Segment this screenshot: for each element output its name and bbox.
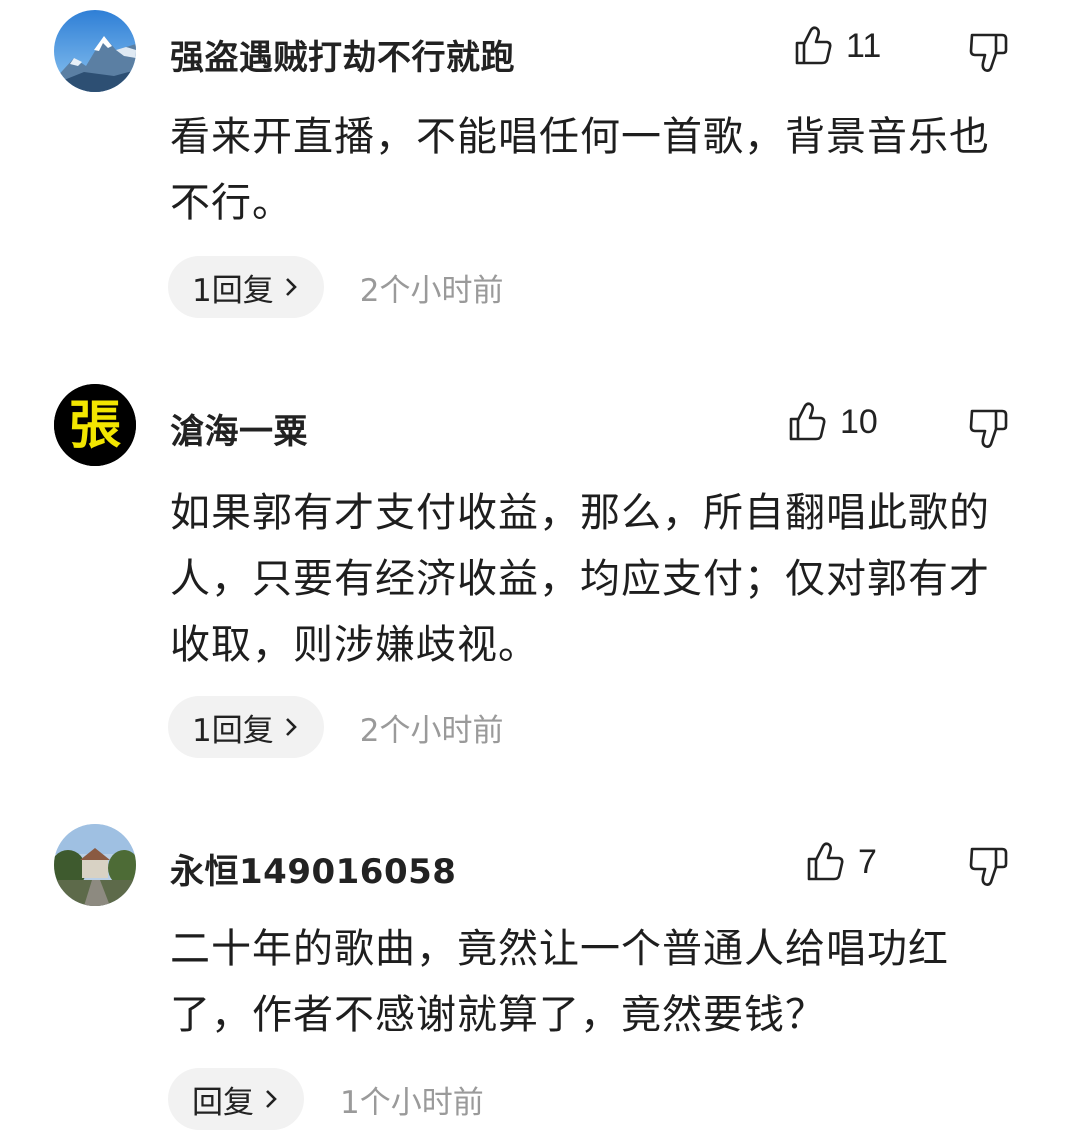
dislike-button[interactable]: [966, 844, 1012, 890]
reply-label: 1回复: [192, 272, 274, 309]
zhang-character-avatar-image: 張: [54, 384, 136, 466]
reply-label: 回复: [192, 1084, 254, 1121]
thumbs-up-icon: [795, 26, 832, 65]
reply-button[interactable]: 1回复: [168, 696, 324, 758]
avatar[interactable]: 張: [54, 384, 136, 466]
comment-meta: 回复 1个小时前: [168, 1068, 484, 1130]
timestamp: 1个小时前: [340, 1084, 484, 1121]
dislike-button[interactable]: [966, 406, 1012, 452]
comment-text-line: 看来开直播，不能唱任何一首歌，背景音乐也: [170, 114, 990, 160]
reply-label: 1回复: [192, 712, 274, 749]
timestamp: 2个小时前: [359, 712, 504, 749]
comment-text: 二十年的歌曲，竟然让一个普通人给唱功红 了，作者不感谢就算了，竟然要钱？: [170, 916, 1020, 1048]
landscape-avatar-image: [54, 824, 136, 906]
chevron-right-icon: [285, 278, 297, 296]
comment-text-line: 二十年的歌曲，竟然让一个普通人给唱功红: [170, 926, 949, 972]
username[interactable]: 滄海一粟: [170, 404, 308, 453]
comment-meta: 1回复 2个小时前: [168, 696, 503, 758]
reply-button[interactable]: 回复: [168, 1068, 304, 1130]
avatar[interactable]: [54, 824, 136, 906]
comment-text: 如果郭有才支付收益，那么，所自翻唱此歌的 人，只要有经济收益，均应支付；仅对郭有…: [170, 480, 1020, 678]
mountain-avatar-image: [54, 10, 136, 92]
avatar[interactable]: [54, 10, 136, 92]
thumbs-down-icon: [969, 33, 1008, 72]
like-count: 10: [840, 402, 878, 441]
like-count: 11: [846, 26, 882, 65]
thumbs-down-icon: [969, 847, 1008, 886]
comment-text-line: 不行。: [170, 180, 293, 226]
thumbs-up-icon: [789, 402, 826, 441]
username[interactable]: 永恒149016058: [170, 844, 456, 893]
thumbs-up-icon: [807, 842, 844, 881]
comment-text-line: 收取，则涉嫌歧视。: [170, 622, 539, 668]
reply-button[interactable]: 1回复: [168, 256, 324, 318]
chevron-right-icon: [266, 1090, 277, 1108]
like-button[interactable]: 7: [806, 842, 877, 882]
like-button[interactable]: 11: [794, 26, 881, 66]
avatar-character: 張: [69, 395, 121, 456]
comment-text: 看来开直播，不能唱任何一首歌，背景音乐也 不行。: [170, 104, 1020, 236]
comment-text-line: 人，只要有经济收益，均应支付；仅对郭有才: [170, 556, 990, 602]
dislike-button[interactable]: [966, 30, 1012, 76]
thumbs-down-icon: [969, 409, 1008, 448]
timestamp: 2个小时前: [359, 272, 504, 309]
comment-item: 强盗遇贼打劫不行就跑 11 看来开直播，不能唱任何一首歌，背景音乐也 不行。 1…: [0, 0, 1080, 340]
chevron-right-icon: [285, 718, 297, 736]
comment-text-line: 如果郭有才支付收益，那么，所自翻唱此歌的: [170, 490, 990, 536]
like-button[interactable]: 10: [788, 402, 878, 442]
comment-item: 永恒149016058 7 二十年的歌曲，竟然让一个普通人给唱功红 了，作者不感…: [0, 810, 1080, 1130]
like-count: 7: [858, 842, 877, 881]
username[interactable]: 强盗遇贼打劫不行就跑: [170, 30, 515, 79]
comment-meta: 1回复 2个小时前: [168, 256, 503, 318]
comment-item: 張 滄海一粟 10 如果郭有才支付收益，那么，所自翻唱此歌的 人，只要有经济收益…: [0, 370, 1080, 770]
comment-text-line: 了，作者不感谢就算了，竟然要钱？: [170, 992, 826, 1038]
